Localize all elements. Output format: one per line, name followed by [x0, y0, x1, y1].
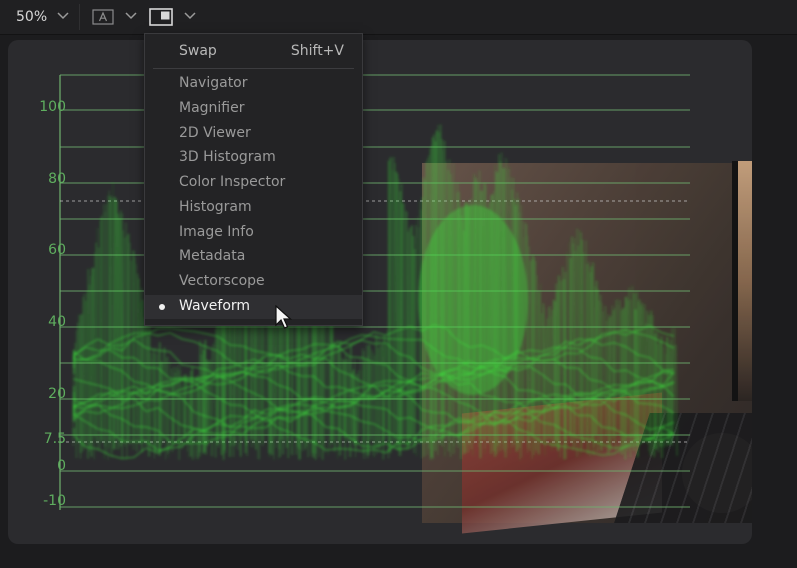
waveform-trace-line: [675, 344, 678, 456]
waveform-trace-line: [668, 345, 671, 445]
scale-label: 7.5: [43, 431, 66, 447]
menu-item-2d-viewer[interactable]: 2D Viewer: [145, 122, 362, 146]
waveform-trace-line: [401, 203, 404, 441]
waveform-trace-line: [142, 317, 145, 443]
menu-item-swap[interactable]: Swap Shift+V: [145, 40, 362, 64]
zoom-chevron-down-icon[interactable]: [56, 9, 70, 23]
menu-item-label: 2D Viewer: [179, 125, 251, 141]
waveform-trace-line: [188, 389, 191, 445]
waveform-trace-line: [125, 222, 127, 447]
waveform-trace-line: [90, 267, 94, 457]
waveform-trace-line: [591, 261, 595, 456]
waveform-trace-line: [168, 361, 171, 452]
waveform-trace-line: [375, 335, 378, 448]
waveform-trace-line: [631, 286, 634, 437]
menu-item-label: Swap: [179, 43, 217, 59]
menu-item-label: Color Inspector: [179, 174, 286, 190]
waveform-trace-line: [530, 255, 534, 436]
menu-item-3d-histogram[interactable]: 3D Histogram: [145, 146, 362, 170]
waveform-trace-line: [198, 340, 201, 457]
waveform-trace-line: [76, 322, 79, 444]
waveform-trace-line: [372, 355, 376, 456]
scale-label: -10: [43, 493, 66, 509]
menu-divider: [153, 68, 354, 69]
waveform-trace-line: [527, 246, 530, 449]
menu-item-histogram[interactable]: Histogram: [145, 196, 362, 220]
waveform-trace-line: [201, 344, 204, 444]
viewer-panel: 100 80 60 40 20 7.5 0 -10: [8, 40, 752, 544]
menu-item-label: 3D Histogram: [179, 149, 276, 165]
waveform-trace-line: [105, 204, 108, 455]
waveform-highlight: [418, 205, 528, 395]
waveform-trace-line: [330, 316, 334, 444]
menu-item-label: Image Info: [179, 224, 254, 240]
menu-item-label: Metadata: [179, 248, 246, 264]
menu-item-label: Vectorscope: [179, 273, 265, 289]
waveform-trace-line: [116, 200, 119, 438]
menu-item-image-info[interactable]: Image Info: [145, 221, 362, 245]
waveform-trace-line: [378, 336, 380, 448]
waveform-trace-line: [416, 216, 418, 457]
overlay-chevron-down-icon[interactable]: [124, 9, 138, 23]
waveform-trace-line: [113, 197, 117, 450]
waveform-trace-line: [391, 170, 394, 450]
waveform-trace-line: [596, 289, 599, 452]
menu-item-label: Magnifier: [179, 100, 245, 116]
viewer-panel-icon[interactable]: [149, 8, 173, 26]
viewer-toolbar: 50%: [0, 0, 797, 35]
waveform-trace-line: [566, 255, 569, 447]
waveform-trace-line: [202, 349, 205, 454]
waveform-trace-line: [600, 302, 603, 453]
menu-item-navigator[interactable]: Navigator: [145, 72, 362, 96]
menu-shortcut: Shift+V: [290, 43, 344, 59]
zoom-level[interactable]: 50%: [16, 9, 47, 25]
waveform-trace-line: [150, 359, 153, 452]
waveform-trace-line: [622, 307, 625, 447]
waveform-trace-line: [598, 300, 601, 450]
waveform-trace-line: [97, 247, 101, 449]
viewer-mode-menu: Swap Shift+V Navigator Magnifier 2D View…: [144, 33, 363, 326]
waveform-trace-line: [535, 275, 538, 451]
menu-item-color-inspector[interactable]: Color Inspector: [145, 171, 362, 195]
waveform-trace-line: [213, 341, 216, 458]
waveform-trace-line: [389, 157, 393, 454]
menu-item-waveform[interactable]: Waveform: [145, 295, 362, 319]
waveform-trace-line: [203, 340, 207, 453]
overlay-a-icon[interactable]: [92, 8, 114, 26]
scale-label: 20: [48, 386, 66, 402]
waveform-trace-line: [111, 182, 114, 459]
waveform-trace-line: [140, 299, 144, 452]
waveform-trace-line: [569, 236, 573, 444]
mouse-pointer-icon: [275, 305, 293, 329]
selected-bullet-icon: [159, 304, 165, 310]
menu-item-label: Histogram: [179, 199, 252, 215]
waveform-trace-line: [543, 326, 547, 447]
scale-label: 40: [48, 314, 66, 330]
scale-label: 0: [57, 458, 66, 474]
menu-item-metadata[interactable]: Metadata: [145, 245, 362, 269]
scale-label: 80: [48, 171, 66, 187]
waveform-scope: [59, 74, 690, 510]
waveform-trace-line: [183, 374, 187, 441]
waveform-trace-line: [79, 314, 83, 453]
waveform-trace-line: [82, 293, 86, 452]
scale-label: 100: [39, 99, 66, 115]
waveform-trace-line: [411, 235, 415, 436]
waveform-trace-line: [637, 299, 641, 448]
menu-item-magnifier[interactable]: Magnifier: [145, 97, 362, 121]
panel-chevron-down-icon[interactable]: [183, 9, 197, 23]
scale-label: 60: [48, 242, 66, 258]
waveform-trace-line: [133, 257, 136, 450]
waveform-trace-line: [629, 299, 632, 443]
waveform-trace-line: [122, 237, 126, 444]
menu-item-label: Navigator: [179, 75, 248, 91]
toolbar-divider: [79, 4, 80, 30]
menu-item-label: Waveform: [179, 298, 251, 314]
waveform-trace-line: [165, 357, 167, 460]
menu-item-vectorscope[interactable]: Vectorscope: [145, 270, 362, 294]
waveform-trace-line: [136, 273, 139, 452]
